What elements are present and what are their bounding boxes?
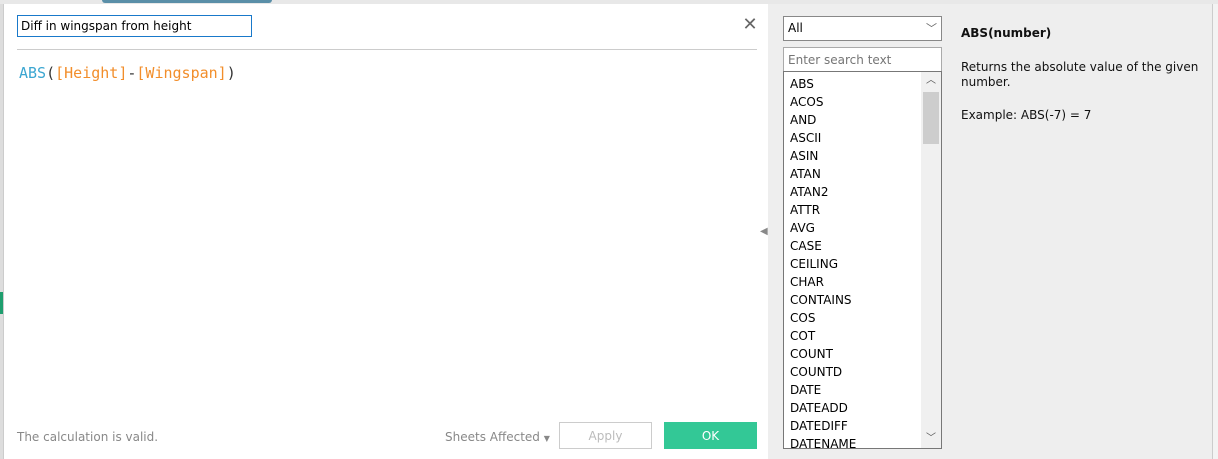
function-list-item[interactable]: AVG — [784, 219, 922, 237]
function-search-input[interactable] — [783, 47, 942, 72]
background-tab — [102, 0, 272, 3]
sheets-affected-label: Sheets Affected — [445, 430, 540, 444]
function-reference-panel: All ﹀ ABSACOSANDASCIIASINATANATAN2ATTRAVG… — [768, 4, 1213, 459]
function-list-item[interactable]: CONTAINS — [784, 291, 922, 309]
chevron-down-icon: ﹀ — [926, 22, 937, 35]
sheets-affected-dropdown[interactable]: Sheets Affected ▼ — [445, 430, 550, 444]
function-list-item[interactable]: ACOS — [784, 93, 922, 111]
function-list-item[interactable]: DATE — [784, 381, 922, 399]
function-items: ABS ACOS AND ASCII ASIN ATAN ATAN2 ATTR AVG CASE C… — [784, 75, 922, 448]
close-icon[interactable]: ✕ — [741, 16, 759, 34]
function-list-item[interactable]: DATEDIFF — [784, 417, 922, 435]
help-body: Returns the absolute value of the given … — [961, 60, 1199, 89]
formula-editor[interactable]: ABS([Height]-[Wingspan]) — [19, 64, 236, 82]
formula-field: [Wingspan] — [136, 64, 227, 82]
formula-function: ABS — [19, 64, 47, 82]
caret-down-icon: ▼ — [543, 434, 550, 443]
function-list-item[interactable]: ATAN2 — [784, 183, 922, 201]
selected-category: All — [788, 21, 803, 35]
function-category-select[interactable]: All ﹀ — [783, 16, 942, 41]
function-list-item[interactable]: CASE — [784, 237, 922, 255]
function-list-item[interactable]: ASIN — [784, 147, 922, 165]
function-list: ABS ACOS AND ASCII ASIN ATAN ATAN2 ATTR AVG CASE C… — [783, 71, 942, 449]
divider — [17, 49, 757, 50]
scrollbar[interactable]: ︿ ﹀ — [921, 72, 941, 448]
formula-paren: ( — [46, 64, 56, 82]
apply-button[interactable]: Apply — [559, 422, 652, 449]
function-list-item[interactable]: ATTR — [784, 201, 922, 219]
function-list-item[interactable]: COS — [784, 309, 922, 327]
function-list-item[interactable]: DATEADD — [784, 399, 922, 417]
function-list-item[interactable]: DATENAME — [784, 435, 922, 448]
help-title: ABS(number) — [961, 26, 1052, 40]
function-help: ABS(number) Returns the absolute value o… — [961, 26, 1201, 122]
function-list-item[interactable]: AND — [784, 111, 922, 129]
function-list-item[interactable]: COUNTD — [784, 363, 922, 381]
function-list-item[interactable]: ABS — [784, 75, 922, 93]
collapse-panel-icon[interactable]: ◀ — [760, 226, 768, 237]
calculation-editor: ✕ ABS([Height]-[Wingspan]) The calculati… — [3, 4, 768, 459]
function-list-item[interactable]: CHAR — [784, 273, 922, 291]
validation-status: The calculation is valid. — [17, 430, 159, 444]
help-example: Example: ABS(-7) = 7 — [961, 108, 1092, 122]
scrollbar-thumb[interactable] — [923, 92, 939, 144]
chevron-up-icon[interactable]: ︿ — [921, 72, 941, 90]
calculation-name-input[interactable] — [17, 15, 252, 37]
function-list-item[interactable]: ATAN — [784, 165, 922, 183]
chevron-down-icon[interactable]: ﹀ — [921, 430, 941, 448]
formula-paren: ) — [226, 64, 236, 82]
formula-field: [Height] — [55, 64, 128, 82]
function-list-item[interactable]: COUNT — [784, 345, 922, 363]
function-list-item[interactable]: CEILING — [784, 255, 922, 273]
ok-button[interactable]: OK — [664, 422, 757, 449]
function-list-item[interactable]: ASCII — [784, 129, 922, 147]
function-list-item[interactable]: COT — [784, 327, 922, 345]
